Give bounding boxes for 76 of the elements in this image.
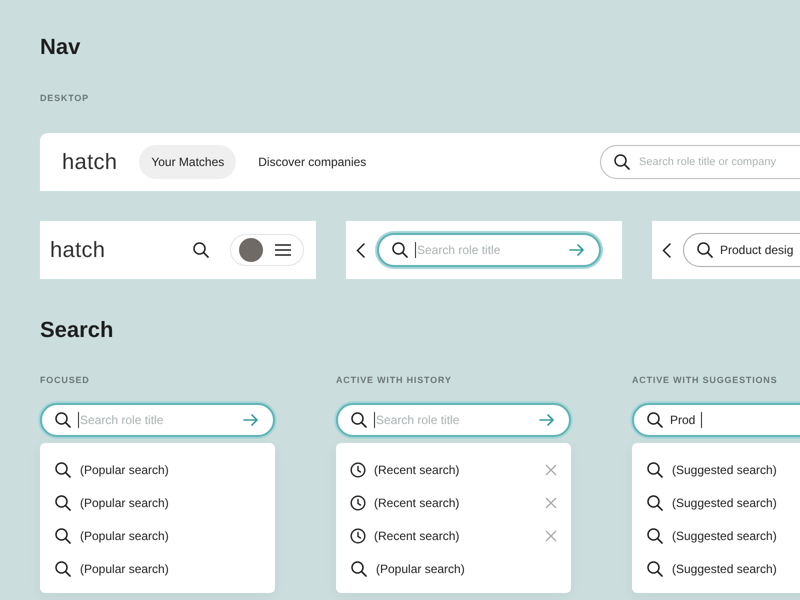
item-text: (Popular search) bbox=[80, 528, 169, 542]
back-chevron-icon[interactable] bbox=[356, 242, 365, 258]
item-text: (Suggested search) bbox=[672, 462, 777, 476]
dropdown-item[interactable]: (Popular search) bbox=[54, 453, 261, 486]
item-text: (Popular search) bbox=[80, 462, 169, 476]
search-icon bbox=[54, 526, 72, 544]
close-icon[interactable] bbox=[545, 530, 557, 542]
item-text: (Suggested search) bbox=[672, 562, 777, 576]
variant-label: ACTIVE WITH SUGGESTIONS bbox=[632, 375, 778, 385]
dropdown-item[interactable]: (Recent search) bbox=[350, 453, 557, 486]
item-text: (Suggested search) bbox=[672, 528, 777, 542]
search-placeholder: Search role title bbox=[376, 413, 460, 427]
dropdown-item[interactable]: (Suggested search) bbox=[646, 486, 800, 519]
text-cursor bbox=[374, 412, 375, 428]
item-text: (Suggested search) bbox=[672, 496, 777, 510]
search-field[interactable]: Prod bbox=[632, 403, 800, 437]
text-cursor bbox=[78, 412, 79, 428]
arrow-right-icon[interactable] bbox=[243, 413, 259, 427]
close-icon[interactable] bbox=[545, 496, 557, 508]
section-label: DESKTOP bbox=[40, 93, 89, 103]
arrow-right-icon[interactable] bbox=[539, 413, 555, 427]
dropdown-item[interactable]: (Popular search) bbox=[350, 552, 557, 585]
arrow-right-icon[interactable] bbox=[569, 243, 585, 257]
variant-label: ACTIVE WITH HISTORY bbox=[336, 375, 452, 385]
search-icon bbox=[646, 411, 664, 429]
search-icon bbox=[646, 494, 664, 512]
menu-icon bbox=[275, 244, 291, 256]
close-icon[interactable] bbox=[545, 464, 557, 476]
search-value: Prod bbox=[670, 413, 696, 427]
search-value: Product desig bbox=[720, 243, 794, 257]
search-icon bbox=[54, 494, 72, 512]
search-icon bbox=[646, 526, 664, 544]
search-icon bbox=[613, 153, 631, 171]
dropdown-item[interactable]: (Recent search) bbox=[350, 486, 557, 519]
section-title: Nav bbox=[40, 33, 80, 61]
item-text: (Recent search) bbox=[374, 528, 460, 542]
back-chevron-icon[interactable] bbox=[662, 242, 671, 258]
nav-tab[interactable]: Your Matches bbox=[139, 145, 236, 179]
search-icon bbox=[54, 560, 72, 578]
dropdown-item[interactable]: (Popular search) bbox=[54, 519, 261, 552]
search-icon bbox=[54, 411, 72, 429]
search-icon bbox=[696, 241, 714, 259]
item-text: (Popular search) bbox=[80, 562, 169, 576]
text-cursor bbox=[415, 242, 416, 258]
search-icon bbox=[54, 460, 72, 478]
search-icon bbox=[646, 460, 664, 478]
search-placeholder: Search role title bbox=[80, 413, 164, 427]
section-title: Search bbox=[40, 316, 114, 344]
clock-icon bbox=[350, 528, 366, 544]
search-icon bbox=[350, 411, 368, 429]
search-icon bbox=[391, 241, 409, 259]
clock-icon bbox=[350, 462, 366, 478]
search-icon bbox=[646, 560, 664, 578]
search-icon bbox=[350, 560, 368, 578]
avatar bbox=[239, 238, 263, 262]
item-text: (Popular search) bbox=[376, 562, 465, 576]
item-text: (Recent search) bbox=[374, 462, 460, 476]
dropdown-item[interactable]: (Suggested search) bbox=[646, 453, 800, 486]
profile-menu-button[interactable] bbox=[230, 234, 304, 266]
dropdown-item[interactable]: (Popular search) bbox=[54, 552, 261, 585]
dropdown-item[interactable]: (Recent search) bbox=[350, 519, 557, 552]
clock-icon bbox=[350, 494, 366, 510]
dropdown-item[interactable]: (Suggested search) bbox=[646, 519, 800, 552]
variant-label: FOCUSED bbox=[40, 375, 90, 385]
item-text: (Recent search) bbox=[374, 496, 460, 510]
logo[interactable]: hatch bbox=[50, 237, 106, 263]
search-placeholder: Search role title or company bbox=[639, 156, 776, 168]
search-placeholder: Search role title bbox=[417, 243, 500, 257]
logo[interactable]: hatch bbox=[62, 149, 118, 175]
text-cursor bbox=[701, 412, 702, 428]
nav-tab[interactable]: Discover companies bbox=[246, 145, 378, 179]
item-text: (Popular search) bbox=[80, 496, 169, 510]
search-icon bbox=[192, 241, 210, 259]
dropdown-item[interactable]: (Popular search) bbox=[54, 486, 261, 519]
dropdown-item[interactable]: (Suggested search) bbox=[646, 552, 800, 585]
search-field[interactable]: Product desig bbox=[683, 233, 800, 267]
